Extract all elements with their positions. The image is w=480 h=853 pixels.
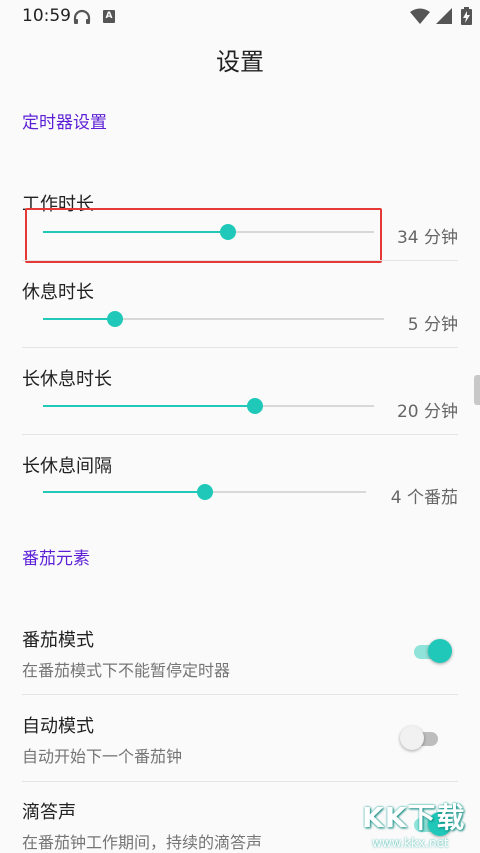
status-time: 10:59 (22, 6, 71, 26)
break-duration-slider-thumb[interactable] (106, 311, 123, 327)
divider (22, 694, 458, 695)
watermark-url: www.kkx.net (372, 836, 449, 850)
headset-icon (73, 9, 91, 29)
work-duration-value: 34 分钟 (396, 228, 458, 248)
pref-title: 番茄模式 (22, 630, 94, 651)
divider (22, 347, 458, 348)
status-bar: 10:59 A (0, 0, 480, 34)
long-break-interval-label: 长休息间隔 (22, 456, 112, 477)
auto-mode-switch[interactable] (400, 724, 444, 754)
long-break-interval-slider[interactable] (43, 484, 366, 500)
divider (22, 434, 458, 435)
page-title: 设置 (216, 48, 264, 76)
watermark-logo: KK下载 (362, 801, 466, 834)
long-break-interval-slider-thumb[interactable] (196, 484, 213, 500)
pref-summary: 在番茄钟工作期间，持续的滴答声 (22, 833, 263, 852)
long-break-duration-slider-fill (43, 405, 255, 407)
signal-icon (436, 8, 452, 28)
pref-title: 滴答声 (22, 802, 76, 823)
switch-thumb (428, 639, 452, 663)
divider (22, 260, 458, 261)
long-break-interval-slider-fill (43, 491, 205, 493)
long-break-duration-label: 长休息时长 (22, 369, 112, 390)
wifi-icon (410, 8, 430, 28)
battery-charging-icon (461, 7, 472, 29)
pref-summary: 自动开始下一个番茄钟 (22, 747, 183, 766)
pref-summary: 在番茄模式下不能暂停定时器 (22, 661, 231, 680)
highlight-annotation-box (25, 208, 382, 263)
edge-pull-handle[interactable] (474, 375, 480, 405)
break-duration-value: 5 分钟 (407, 315, 458, 335)
long-break-duration-slider[interactable] (43, 398, 374, 414)
notification-a-icon: A (103, 10, 115, 23)
pref-title: 自动模式 (22, 716, 94, 737)
long-break-interval-value: 4 个番茄 (390, 488, 458, 508)
break-duration-label: 休息时长 (22, 282, 94, 303)
break-duration-slider-fill (43, 318, 115, 320)
break-duration-slider[interactable] (43, 311, 384, 327)
divider (22, 781, 458, 782)
tomato-mode-switch[interactable] (410, 637, 454, 667)
section-header-tomato: 番茄元素 (22, 549, 90, 569)
long-break-duration-value: 20 分钟 (396, 402, 458, 422)
long-break-duration-slider-thumb[interactable] (246, 398, 263, 414)
switch-thumb (400, 726, 424, 750)
section-header-timer: 定时器设置 (22, 113, 107, 133)
